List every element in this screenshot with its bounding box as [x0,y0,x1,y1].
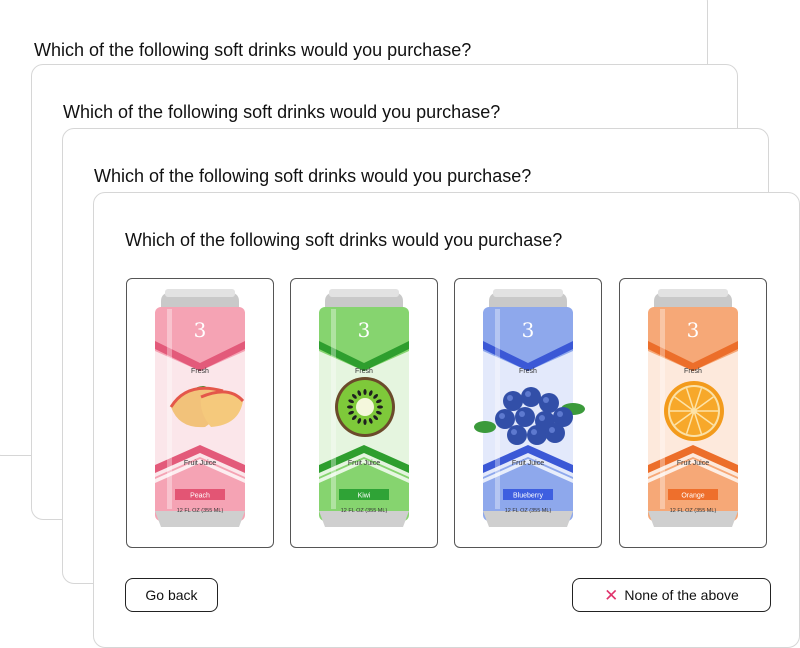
question-text: Which of the following soft drinks would… [125,230,563,250]
question-card-active: Which of the following soft drinks would… [93,192,800,648]
drink-option-kiwi[interactable]: 3 Fresh Fruit Juice Kiwi 12 FL OZ (355 ML) [290,278,438,548]
go-back-button[interactable]: Go back [125,578,218,612]
soda-can-peach: 3 Fresh Fruit Juice Peach 12 FL OZ (355 ML) [155,289,245,527]
can-label-juice: Fruit Juice [512,460,544,467]
drink-option-peach[interactable]: 3 Fresh Fruit Juice Peach 12 FL OZ (355 ML) [126,278,274,548]
can-label-juice: Fruit Juice [677,460,709,467]
question-text: Which of the following soft drinks would… [63,102,501,122]
orange-slice-icon [664,381,724,441]
can-flavor-tag: Peach [190,493,210,500]
soda-can-blueberry: 3 Fresh Fruit Juice Blueberry 12 FL OZ (355 … [474,289,585,527]
can-label-fresh: Fresh [355,368,373,375]
can-volume: 12 FL OZ (355 ML) [177,508,224,514]
can-logo: 3 [687,318,700,342]
can-label-fresh: Fresh [684,368,702,375]
can-flavor-tag: Orange [681,493,704,500]
can-flavor-tag: Blueberry [513,493,543,500]
can-label-fresh: Fresh [519,368,537,375]
drink-option-orange[interactable]: 3 Fresh Fruit Juice Orange 12 FL OZ (355 ML) [619,278,767,548]
can-logo: 3 [194,318,207,342]
can-label-juice: Fruit Juice [184,460,216,467]
kiwi-slice-icon [335,377,395,437]
none-of-the-above-label: None of the above [624,587,739,603]
close-x-icon: ✕ [604,585,619,605]
question-text: Which of the following soft drinks would… [34,40,472,60]
can-volume: 12 FL OZ (355 ML) [341,508,388,514]
can-flavor-tag: Kiwi [358,493,371,500]
can-logo: 3 [522,318,535,342]
can-label-fresh: Fresh [191,368,209,375]
can-volume: 12 FL OZ (355 ML) [505,508,552,514]
can-volume: 12 FL OZ (355 ML) [670,508,717,514]
question-text: Which of the following soft drinks would… [94,166,532,186]
go-back-label: Go back [145,587,198,603]
drink-option-blueberry[interactable]: 3 Fresh Fruit Juice Blueberry 12 FL OZ (355 … [454,278,602,548]
none-of-the-above-button[interactable]: ✕ None of the above [572,578,771,612]
can-label-juice: Fruit Juice [348,460,380,467]
soda-can-kiwi: 3 Fresh Fruit Juice Kiwi 12 FL OZ (355 ML) [319,289,409,527]
can-logo: 3 [358,318,371,342]
soda-can-orange: 3 Fresh Fruit Juice Orange 12 FL OZ (355 ML) [648,289,738,527]
